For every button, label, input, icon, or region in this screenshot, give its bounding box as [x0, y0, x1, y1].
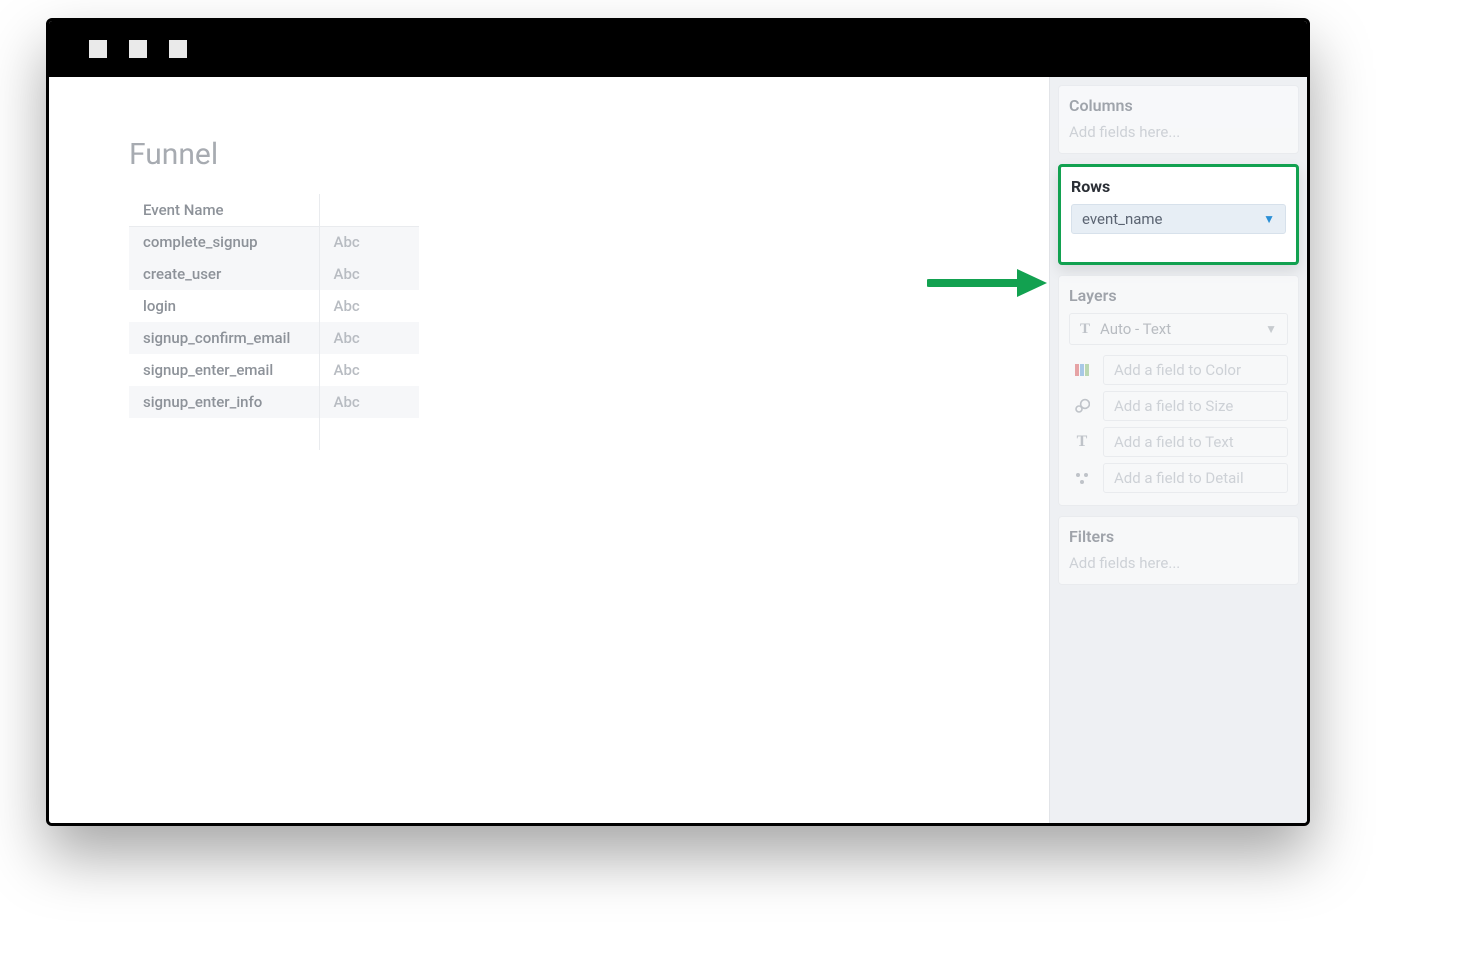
layers-mark-label: Auto - Text [1100, 320, 1171, 338]
table-cell-name: signup_enter_info [129, 386, 319, 418]
detail-icon [1069, 464, 1095, 492]
layers-size-input[interactable]: Add a field to Size [1103, 391, 1288, 421]
table-cell-name: signup_confirm_email [129, 322, 319, 354]
rows-field-label: event_name [1082, 210, 1163, 228]
color-icon [1069, 356, 1095, 384]
main-canvas: Funnel Event Name complete_signup Abc [49, 77, 1049, 823]
size-icon [1069, 392, 1095, 420]
window-control-icon[interactable] [169, 40, 187, 58]
table-cell-value: Abc [319, 226, 419, 258]
table-header-empty [319, 194, 419, 226]
layers-mark-select[interactable]: T Auto - Text ▼ [1069, 313, 1288, 345]
data-table: Event Name complete_signup Abc create_us… [129, 194, 419, 450]
table-cell-value: Abc [319, 290, 419, 322]
config-sidebar: Columns Add fields here... Rows event_na… [1049, 77, 1307, 823]
sheet-title: Funnel [129, 137, 1009, 172]
columns-panel[interactable]: Columns Add fields here... [1058, 85, 1299, 154]
filters-panel[interactable]: Filters Add fields here... [1058, 516, 1299, 585]
layers-text-input[interactable]: Add a field to Text [1103, 427, 1288, 457]
table-cell-name: create_user [129, 258, 319, 290]
app-window: Funnel Event Name complete_signup Abc [46, 18, 1310, 826]
arrow-annotation-icon [927, 263, 1047, 303]
table-cell-value: Abc [319, 322, 419, 354]
table-row: login Abc [129, 290, 419, 322]
table-cell-name: complete_signup [129, 226, 319, 258]
text-icon: T [1069, 428, 1095, 456]
rows-panel[interactable]: Rows event_name ▼ [1058, 164, 1299, 265]
rows-field-pill[interactable]: event_name ▼ [1071, 204, 1286, 234]
window-control-icon[interactable] [129, 40, 147, 58]
table-row: create_user Abc [129, 258, 419, 290]
table-cell-value: Abc [319, 354, 419, 386]
table-cell-value: Abc [319, 386, 419, 418]
chevron-down-icon: ▼ [1265, 322, 1277, 336]
window-titlebar [49, 21, 1307, 77]
table-row: signup_enter_info Abc [129, 386, 419, 418]
chevron-down-icon: ▼ [1263, 212, 1275, 226]
filters-placeholder: Add fields here... [1069, 554, 1288, 572]
layers-detail-input[interactable]: Add a field to Detail [1103, 463, 1288, 493]
filters-panel-title: Filters [1069, 527, 1288, 546]
table-row: signup_confirm_email Abc [129, 322, 419, 354]
window-control-icon[interactable] [89, 40, 107, 58]
columns-panel-title: Columns [1069, 96, 1288, 115]
layers-color-input[interactable]: Add a field to Color [1103, 355, 1288, 385]
layers-panel-title: Layers [1069, 286, 1288, 305]
text-icon: T [1080, 321, 1090, 338]
table-cell-value: Abc [319, 258, 419, 290]
table-row: signup_enter_email Abc [129, 354, 419, 386]
table-cell-name: signup_enter_email [129, 354, 319, 386]
rows-panel-title: Rows [1071, 177, 1286, 196]
layers-panel[interactable]: Layers T Auto - Text ▼ [1058, 275, 1299, 506]
table-cell-name: login [129, 290, 319, 322]
table-row: complete_signup Abc [129, 226, 419, 258]
columns-placeholder: Add fields here... [1069, 123, 1288, 141]
table-row-trailer [129, 418, 419, 450]
table-header-event-name: Event Name [129, 194, 319, 226]
